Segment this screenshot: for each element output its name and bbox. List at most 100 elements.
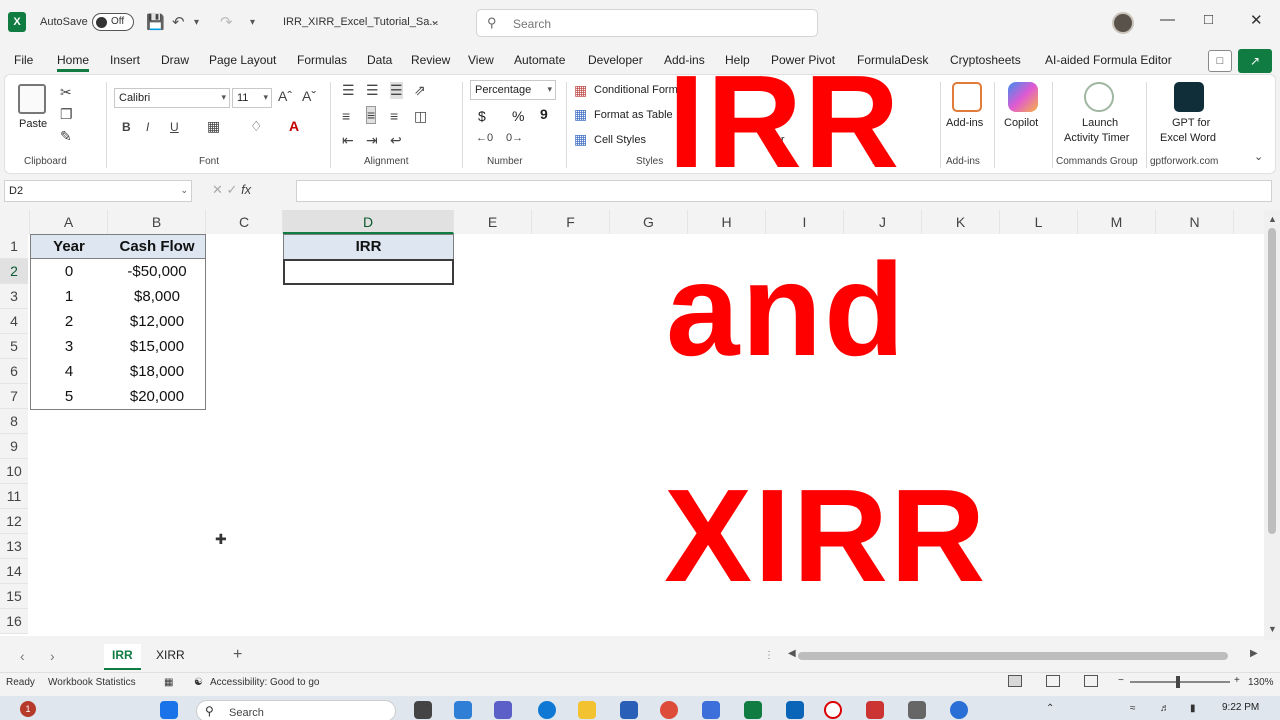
tab-cryptosheets[interactable]: Cryptosheets <box>950 53 1021 67</box>
conditional-formatting-icon[interactable]: ▦ <box>574 82 587 99</box>
format-painter-icon[interactable]: ✎ <box>60 128 72 145</box>
split-handle-icon[interactable]: ⋮ <box>764 650 774 661</box>
zoom-level[interactable]: 130% <box>1248 677 1274 688</box>
bold-icon[interactable]: B <box>122 120 131 134</box>
excel-taskbar-icon[interactable] <box>744 701 762 719</box>
accessibility-status[interactable]: Accessibility: Good to go <box>210 677 320 688</box>
customize-toolbar-icon[interactable]: ▾ <box>250 17 255 28</box>
font-size-select[interactable]: 11 ▾ <box>232 88 272 108</box>
page-layout-view-icon[interactable] <box>1046 675 1060 687</box>
row-header[interactable]: 13 <box>0 534 28 559</box>
excel-word-label[interactable]: Excel Word <box>1160 132 1216 144</box>
row-header[interactable]: 14 <box>0 559 28 584</box>
row-header[interactable]: 10 <box>0 459 28 484</box>
tab-ai-formula-editor[interactable]: AI-aided Formula Editor <box>1045 53 1172 67</box>
add-sheet-button[interactable]: + <box>233 646 242 664</box>
wifi-icon[interactable]: ≈ <box>1130 703 1136 714</box>
copilot-icon[interactable] <box>1008 82 1038 112</box>
align-bottom-icon[interactable]: ☰ <box>390 82 403 99</box>
tab-view[interactable]: View <box>468 53 494 67</box>
column-header-b[interactable]: B <box>108 210 206 234</box>
insert-function-button[interactable]: fx <box>241 182 251 197</box>
column-header-c[interactable]: C <box>206 210 283 234</box>
scroll-left-icon[interactable]: ◀ <box>788 648 796 659</box>
orientation-icon[interactable]: ⇗ <box>414 82 426 99</box>
add-ins-icon[interactable] <box>952 82 982 112</box>
decrease-indent-icon[interactable]: ⇤ <box>342 132 354 149</box>
tab-formulas[interactable]: Formulas <box>297 53 347 67</box>
row-header[interactable]: 15 <box>0 584 28 609</box>
column-header-m[interactable]: M <box>1078 210 1156 234</box>
sheet-tab-xirr[interactable]: XIRR <box>148 644 193 670</box>
zoom-in-icon[interactable]: + <box>1234 675 1240 686</box>
minimize-icon[interactable]: — <box>1160 11 1175 28</box>
wrap-text-icon[interactable]: ↩ <box>390 132 402 149</box>
scroll-right-icon[interactable]: ▶ <box>1250 648 1258 659</box>
share-button[interactable]: ↗ <box>1238 49 1272 73</box>
tray-chevron-icon[interactable]: ⌃ <box>1046 703 1054 714</box>
row-header[interactable]: 4 <box>0 309 28 334</box>
row-header[interactable]: 16 <box>0 609 28 634</box>
row-header[interactable]: 9 <box>0 434 28 459</box>
edge-icon[interactable] <box>538 701 556 719</box>
borders-icon[interactable]: ▦ <box>207 118 220 135</box>
align-top-icon[interactable]: ☰ <box>342 82 355 99</box>
collapse-ribbon-icon[interactable]: ⌄ <box>1254 150 1263 163</box>
start-icon[interactable] <box>160 701 178 719</box>
volume-icon[interactable]: ♬ <box>1160 703 1170 714</box>
cancel-icon[interactable]: ✕ <box>212 182 223 197</box>
column-header-l[interactable]: L <box>1000 210 1078 234</box>
tab-draw[interactable]: Draw <box>161 53 189 67</box>
tab-developer[interactable]: Developer <box>588 53 643 67</box>
task-view-icon[interactable] <box>414 701 432 719</box>
format-as-table-button[interactable]: Format as Table <box>594 109 673 121</box>
underline-icon[interactable]: U <box>170 120 179 134</box>
save-icon[interactable]: 💾 <box>146 13 165 31</box>
horizontal-scroll-thumb[interactable] <box>798 652 1228 660</box>
undo-dropdown-icon[interactable]: ▾ <box>194 17 199 28</box>
sheet-next-icon[interactable]: › <box>50 648 55 664</box>
fill-color-icon[interactable]: ♢ <box>250 118 263 135</box>
format-as-table-icon[interactable]: ▦ <box>574 106 587 123</box>
row-header[interactable]: 1 <box>0 234 28 259</box>
paste-icon[interactable] <box>18 84 46 114</box>
row-header[interactable]: 11 <box>0 484 28 509</box>
name-box[interactable]: D2 ⌄ <box>4 180 192 202</box>
store-icon[interactable] <box>620 701 638 719</box>
launch-label[interactable]: Launch <box>1082 117 1118 129</box>
percent-button[interactable]: % <box>512 108 524 124</box>
redo-icon[interactable]: ↷ <box>220 13 233 31</box>
column-header-k[interactable]: K <box>922 210 1000 234</box>
cell-styles-icon[interactable]: ▦ <box>574 131 587 148</box>
enter-icon[interactable]: ✓ <box>227 182 238 197</box>
align-left-icon[interactable]: ≡ <box>342 108 350 124</box>
workbook-statistics[interactable]: Workbook Statistics <box>48 677 136 688</box>
activity-timer-icon[interactable] <box>1084 82 1114 112</box>
font-color-icon[interactable]: A <box>289 118 299 134</box>
restore-icon[interactable]: □ <box>1204 11 1213 28</box>
outlook-icon[interactable] <box>702 701 720 719</box>
increase-decimal-icon[interactable]: ←0 <box>476 132 493 144</box>
column-header-f[interactable]: F <box>532 210 610 234</box>
tab-insert[interactable]: Insert <box>110 53 140 67</box>
app-icon[interactable] <box>950 701 968 719</box>
tab-automate[interactable]: Automate <box>514 53 565 67</box>
page-break-view-icon[interactable] <box>1084 675 1098 687</box>
row-header[interactable]: 12 <box>0 509 28 534</box>
worksheet-grid[interactable]: A B C D E F G H I J K L M N 1 2 3 4 5 6 … <box>0 210 1264 636</box>
comments-button[interactable]: □ <box>1208 50 1232 72</box>
column-header-a[interactable]: A <box>30 210 108 234</box>
align-right-icon[interactable]: ≡ <box>390 108 398 124</box>
row-header[interactable]: 7 <box>0 384 28 409</box>
avatar[interactable] <box>1112 12 1134 34</box>
zoom-slider[interactable] <box>1130 681 1230 683</box>
conditional-formatting-button[interactable]: Conditional Form <box>594 84 678 96</box>
vertical-scrollbar[interactable]: ▲ ▼ <box>1264 210 1280 640</box>
row-header[interactable]: 5 <box>0 334 28 359</box>
scroll-up-icon[interactable]: ▲ <box>1268 214 1277 224</box>
add-ins-button[interactable]: Add-ins <box>946 117 983 129</box>
tab-review[interactable]: Review <box>411 53 450 67</box>
column-header-e[interactable]: E <box>454 210 532 234</box>
currency-button[interactable]: $ <box>478 108 486 124</box>
number-format-select[interactable]: Percentage ▾ <box>470 80 556 100</box>
